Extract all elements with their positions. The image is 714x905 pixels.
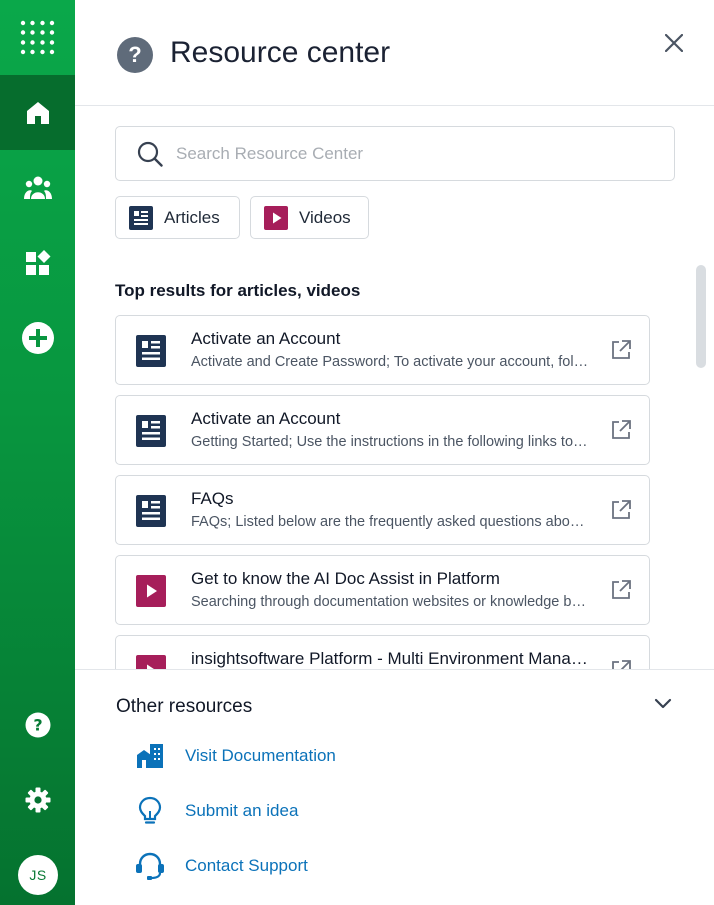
sidebar-item-settings[interactable] — [0, 762, 75, 837]
search-box — [115, 126, 675, 181]
lightbulb-icon — [135, 796, 165, 826]
result-description: Getting Started; Use the instructions in… — [191, 434, 591, 450]
article-icon — [136, 495, 166, 527]
avatar[interactable]: JS — [18, 855, 58, 895]
sidebar-item-add[interactable] — [0, 300, 75, 375]
grid-menu-icon[interactable] — [0, 0, 75, 75]
result-title: FAQs — [191, 489, 234, 508]
search-icon — [137, 141, 163, 167]
result-title: Activate an Account — [191, 409, 341, 428]
external-link-icon — [612, 420, 631, 439]
result-item[interactable]: FAQs FAQs; Listed below are the frequent… — [115, 475, 650, 545]
close-icon — [665, 34, 683, 52]
filter-articles-label: Articles — [164, 207, 220, 227]
result-title: insightsoftware Platform - Multi Environ… — [191, 649, 591, 668]
users-icon — [23, 176, 52, 199]
result-item[interactable]: Activate an Account Activate and Create … — [115, 315, 650, 385]
chevron-down-icon[interactable] — [654, 698, 672, 710]
result-description: Searching through documentation websites… — [191, 594, 591, 610]
filter-articles-button[interactable]: Articles — [115, 196, 240, 239]
video-icon — [136, 575, 166, 607]
svg-text:?: ? — [33, 715, 42, 734]
result-title: Activate an Account — [191, 329, 341, 348]
external-link-icon — [612, 660, 631, 669]
results-heading: Top results for articles, videos — [115, 281, 361, 300]
filter-videos-button[interactable]: Videos — [250, 196, 369, 239]
article-icon — [136, 335, 166, 367]
video-icon — [136, 655, 166, 669]
sidebar-item-home[interactable] — [0, 75, 75, 150]
add-circle-icon — [21, 321, 54, 354]
result-title: Get to know the AI Doc Assist in Platfor… — [191, 569, 500, 588]
result-item[interactable]: Activate an Account Getting Started; Use… — [115, 395, 650, 465]
result-description: Activate and Create Password; To activat… — [191, 354, 591, 370]
widgets-icon — [25, 249, 50, 275]
documentation-building-icon — [135, 743, 165, 769]
contact-support-link[interactable]: Contact Support — [135, 849, 308, 883]
visit-documentation-link[interactable]: Visit Documentation — [135, 739, 336, 773]
sidebar-item-help[interactable]: ? — [0, 687, 75, 762]
home-icon — [26, 101, 49, 124]
other-resources-heading: Other resources — [116, 696, 253, 717]
submit-idea-label: Submit an idea — [185, 801, 299, 820]
video-icon — [264, 205, 288, 230]
sidebar-item-widgets[interactable] — [0, 225, 75, 300]
result-item[interactable]: Get to know the AI Doc Assist in Platfor… — [115, 555, 650, 625]
article-icon — [129, 205, 153, 230]
resource-center-panel: ? Resource center Articles — [75, 0, 714, 905]
question-icon: ? — [117, 37, 153, 73]
result-item[interactable]: insightsoftware Platform - Multi Environ… — [115, 635, 650, 669]
article-icon — [136, 415, 166, 447]
page-title: Resource center — [170, 36, 391, 69]
panel-header: ? Resource center — [75, 0, 714, 106]
external-link-icon — [612, 340, 631, 359]
help-icon: ? — [25, 712, 50, 737]
external-link-icon — [612, 580, 631, 599]
close-button[interactable] — [661, 30, 687, 56]
filter-videos-label: Videos — [299, 207, 351, 227]
visit-documentation-label: Visit Documentation — [185, 746, 336, 765]
submit-idea-link[interactable]: Submit an idea — [135, 794, 298, 828]
sidebar: ? JS — [0, 0, 75, 905]
contact-support-label: Contact Support — [185, 856, 308, 875]
result-description: FAQs; Listed below are the frequently as… — [191, 514, 591, 530]
results-list[interactable]: Top results for articles, videos Activat… — [75, 245, 714, 669]
headset-icon — [135, 852, 165, 880]
sidebar-item-users[interactable] — [0, 150, 75, 225]
settings-icon — [25, 787, 50, 812]
other-resources-section: Other resources Visit Documentation Subm… — [75, 669, 714, 905]
search-input[interactable] — [176, 139, 656, 169]
scrollbar-thumb[interactable] — [696, 265, 706, 368]
external-link-icon — [612, 500, 631, 519]
